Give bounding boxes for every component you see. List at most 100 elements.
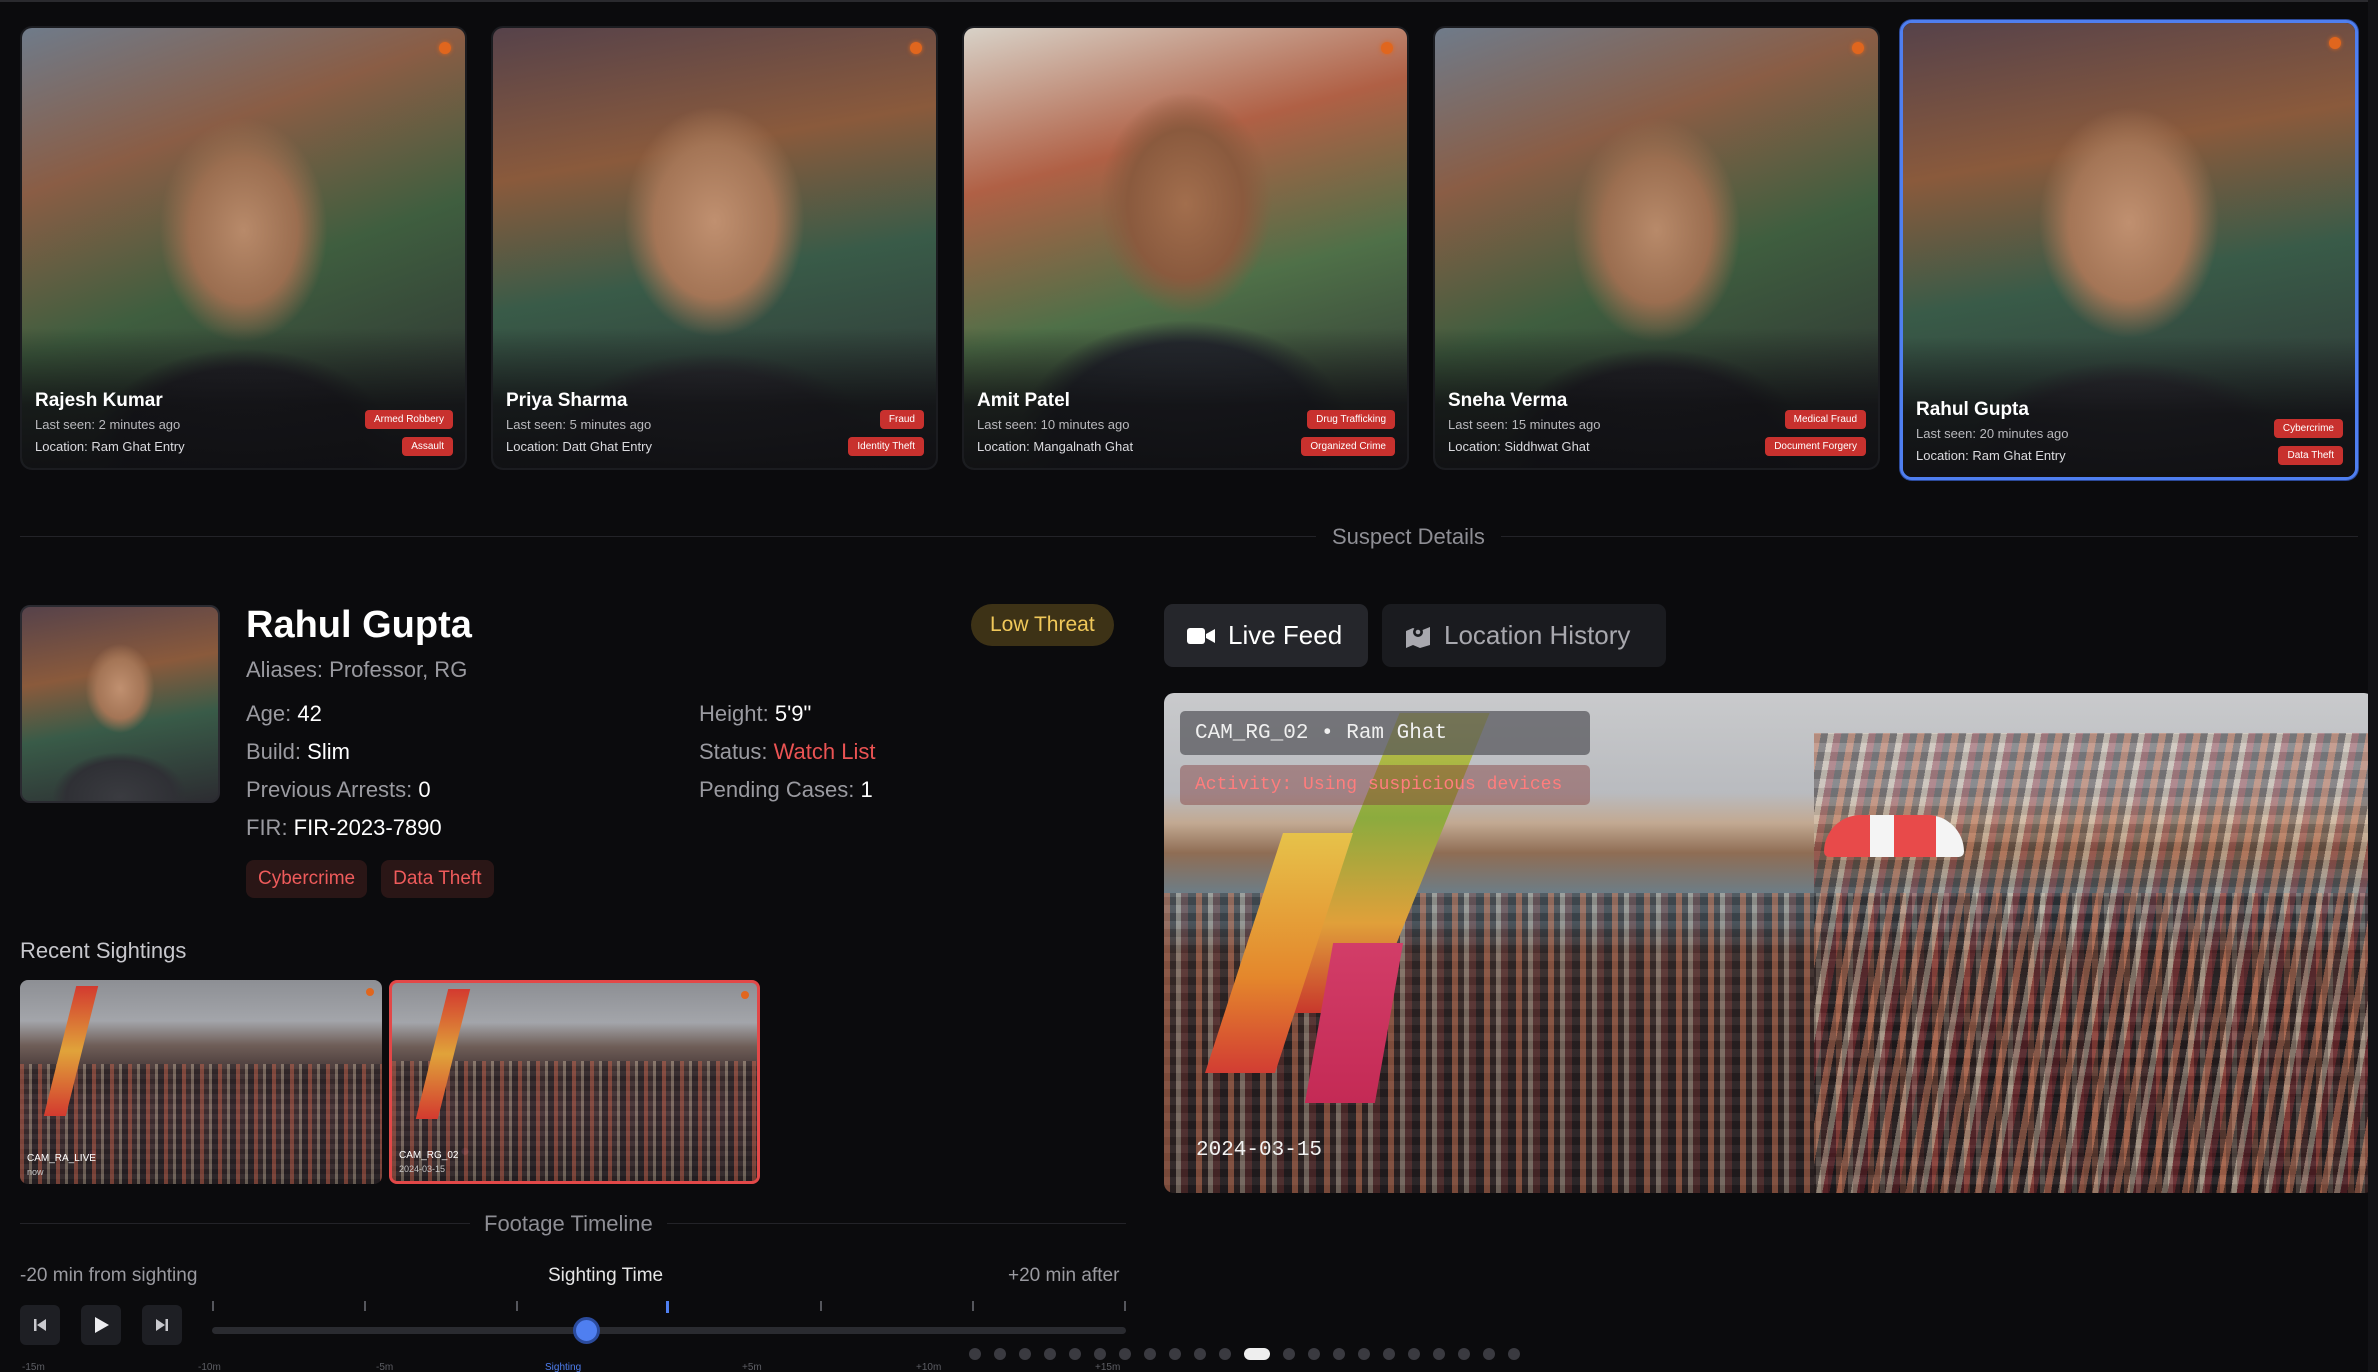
tab-location-history[interactable]: Location History bbox=[1382, 604, 1666, 667]
timeline-tick bbox=[364, 1301, 366, 1311]
skip-back-button[interactable] bbox=[20, 1305, 60, 1345]
suspect-location: Location: Mangalnath Ghat bbox=[977, 439, 1134, 454]
timeline-tick bbox=[516, 1301, 518, 1311]
pager-dot[interactable] bbox=[1094, 1348, 1106, 1360]
suspect-last-seen: Last seen: 2 minutes ago bbox=[35, 417, 181, 432]
suspect-last-seen: Last seen: 10 minutes ago bbox=[977, 417, 1130, 432]
crime-tag: Fraud bbox=[879, 410, 924, 429]
sighting-camera: CAM_RG_02 bbox=[399, 1150, 459, 1161]
suspect-name: Sneha Verma bbox=[1448, 390, 1568, 411]
pager-dot[interactable] bbox=[1069, 1348, 1081, 1360]
profile-aliases: Aliases: Professor, RG bbox=[246, 657, 468, 682]
section-divider bbox=[20, 536, 2358, 537]
alert-dot bbox=[439, 42, 451, 54]
crime-tag: Organized Crime bbox=[1301, 437, 1395, 456]
suspect-location: Location: Datt Ghat Entry bbox=[506, 439, 652, 454]
pager-dot[interactable] bbox=[1044, 1348, 1056, 1360]
threat-badge: Low Threat bbox=[971, 604, 1114, 646]
map-pin-icon bbox=[1406, 626, 1430, 648]
skip-forward-button[interactable] bbox=[142, 1305, 182, 1345]
suspect-name: Amit Patel bbox=[977, 390, 1070, 411]
pager-dot[interactable] bbox=[1358, 1348, 1370, 1360]
tab-live-feed[interactable]: Live Feed bbox=[1164, 604, 1368, 667]
pager-dot[interactable] bbox=[994, 1348, 1006, 1360]
suspect-name: Rajesh Kumar bbox=[35, 390, 163, 411]
suspect-card[interactable]: Sneha Verma Last seen: 15 minutes ago Lo… bbox=[1433, 26, 1880, 470]
pager-dot[interactable] bbox=[1483, 1348, 1495, 1360]
timeline-center-label: Sighting Time bbox=[548, 1265, 664, 1286]
alert-dot bbox=[2329, 37, 2341, 49]
timeline-scrubber-handle[interactable] bbox=[572, 1317, 600, 1344]
suspect-carousel: Rajesh Kumar Last seen: 2 minutes ago Lo… bbox=[20, 20, 2358, 480]
crime-tag: Document Forgery bbox=[1765, 437, 1866, 456]
section-title: Suspect Details bbox=[1316, 524, 1501, 550]
timeline-tick bbox=[972, 1301, 974, 1311]
status-field: Status: Watch List bbox=[699, 739, 876, 764]
timeline-scale-label: -10m bbox=[198, 1362, 221, 1372]
sighting-time: 2024-03-15 bbox=[399, 1164, 446, 1174]
build-field: Build: Slim bbox=[246, 739, 350, 764]
timeline-scale-label: +10m bbox=[916, 1362, 942, 1372]
timeline-end-label: +20 min after bbox=[1008, 1265, 1120, 1286]
pager-dot[interactable] bbox=[1283, 1348, 1295, 1360]
timeline-scale-label: -15m bbox=[22, 1362, 45, 1372]
camera-label: CAM_RG_02 • Ram Ghat bbox=[1180, 711, 1590, 755]
pager-dot[interactable] bbox=[1019, 1348, 1031, 1360]
suspect-card[interactable]: Rajesh Kumar Last seen: 2 minutes ago Lo… bbox=[20, 26, 467, 470]
timeline-track[interactable] bbox=[212, 1327, 1126, 1334]
timeline-title: Footage Timeline bbox=[470, 1211, 667, 1237]
sighting-time: now bbox=[27, 1167, 44, 1177]
play-button[interactable] bbox=[81, 1305, 121, 1345]
height-field: Height: 5'9" bbox=[699, 701, 812, 726]
profile-photo bbox=[20, 605, 220, 803]
tab-label: Live Feed bbox=[1228, 620, 1343, 650]
suspect-card[interactable]: Priya Sharma Last seen: 5 minutes ago Lo… bbox=[491, 26, 938, 470]
skip-forward-icon bbox=[156, 1319, 168, 1331]
pager-dot[interactable] bbox=[1144, 1348, 1156, 1360]
suspect-name: Priya Sharma bbox=[506, 390, 628, 411]
arrests-field: Previous Arrests: 0 bbox=[246, 777, 431, 802]
suspect-last-seen: Last seen: 20 minutes ago bbox=[1916, 426, 2069, 441]
pager-dot[interactable] bbox=[1333, 1348, 1345, 1360]
live-feed-video[interactable]: CAM_RG_02 • Ram Ghat Activity: Using sus… bbox=[1164, 693, 2374, 1193]
pager-dot[interactable] bbox=[1408, 1348, 1420, 1360]
profile-name: Rahul Gupta bbox=[246, 604, 472, 646]
recent-sightings-title: Recent Sightings bbox=[20, 938, 187, 963]
sighting-marker bbox=[666, 1301, 669, 1313]
activity-label: Activity: Using suspicious devices bbox=[1180, 765, 1590, 805]
alert-dot bbox=[741, 991, 749, 999]
pager-dot[interactable] bbox=[1458, 1348, 1470, 1360]
suspect-last-seen: Last seen: 15 minutes ago bbox=[1448, 417, 1601, 432]
crime-tag: Assault bbox=[402, 437, 453, 456]
suspect-location: Location: Ram Ghat Entry bbox=[1916, 448, 2066, 463]
pager-dot[interactable] bbox=[1308, 1348, 1320, 1360]
alert-dot bbox=[1852, 42, 1864, 54]
suspect-card-selected[interactable]: Rahul Gupta Last seen: 20 minutes ago Lo… bbox=[1900, 20, 2358, 480]
sighting-thumbnail[interactable]: CAM_RA_LIVE now bbox=[20, 980, 382, 1184]
pager-dot[interactable] bbox=[1508, 1348, 1520, 1360]
sighting-thumbnail-active[interactable]: CAM_RG_02 2024-03-15 bbox=[389, 980, 760, 1184]
pager-dot[interactable] bbox=[1433, 1348, 1445, 1360]
pager-dot[interactable] bbox=[1383, 1348, 1395, 1360]
tab-label: Location History bbox=[1444, 620, 1631, 650]
pager-dot[interactable] bbox=[969, 1348, 981, 1360]
pager-dot[interactable] bbox=[1194, 1348, 1206, 1360]
pager-dot-active[interactable] bbox=[1244, 1348, 1270, 1360]
pager-dot[interactable] bbox=[1219, 1348, 1231, 1360]
timeline-scale-label: +5m bbox=[742, 1362, 762, 1372]
scrollbar[interactable] bbox=[2368, 0, 2378, 1372]
pager-dot[interactable] bbox=[1119, 1348, 1131, 1360]
timeline-tick bbox=[212, 1301, 214, 1311]
age-field: Age: 42 bbox=[246, 701, 322, 726]
skip-back-icon bbox=[34, 1319, 46, 1331]
pager-dot[interactable] bbox=[1169, 1348, 1181, 1360]
timeline-scale-label: -5m bbox=[376, 1362, 394, 1372]
pending-cases-field: Pending Cases: 1 bbox=[699, 777, 873, 802]
timeline-tick bbox=[820, 1301, 822, 1311]
suspect-location: Location: Ram Ghat Entry bbox=[35, 439, 185, 454]
suspect-card[interactable]: Amit Patel Last seen: 10 minutes ago Loc… bbox=[962, 26, 1409, 470]
suspect-last-seen: Last seen: 5 minutes ago bbox=[506, 417, 652, 432]
crime-tag: Cybercrime bbox=[2273, 419, 2343, 438]
crime-tag: Armed Robbery bbox=[364, 410, 453, 429]
top-border bbox=[0, 0, 2378, 2]
